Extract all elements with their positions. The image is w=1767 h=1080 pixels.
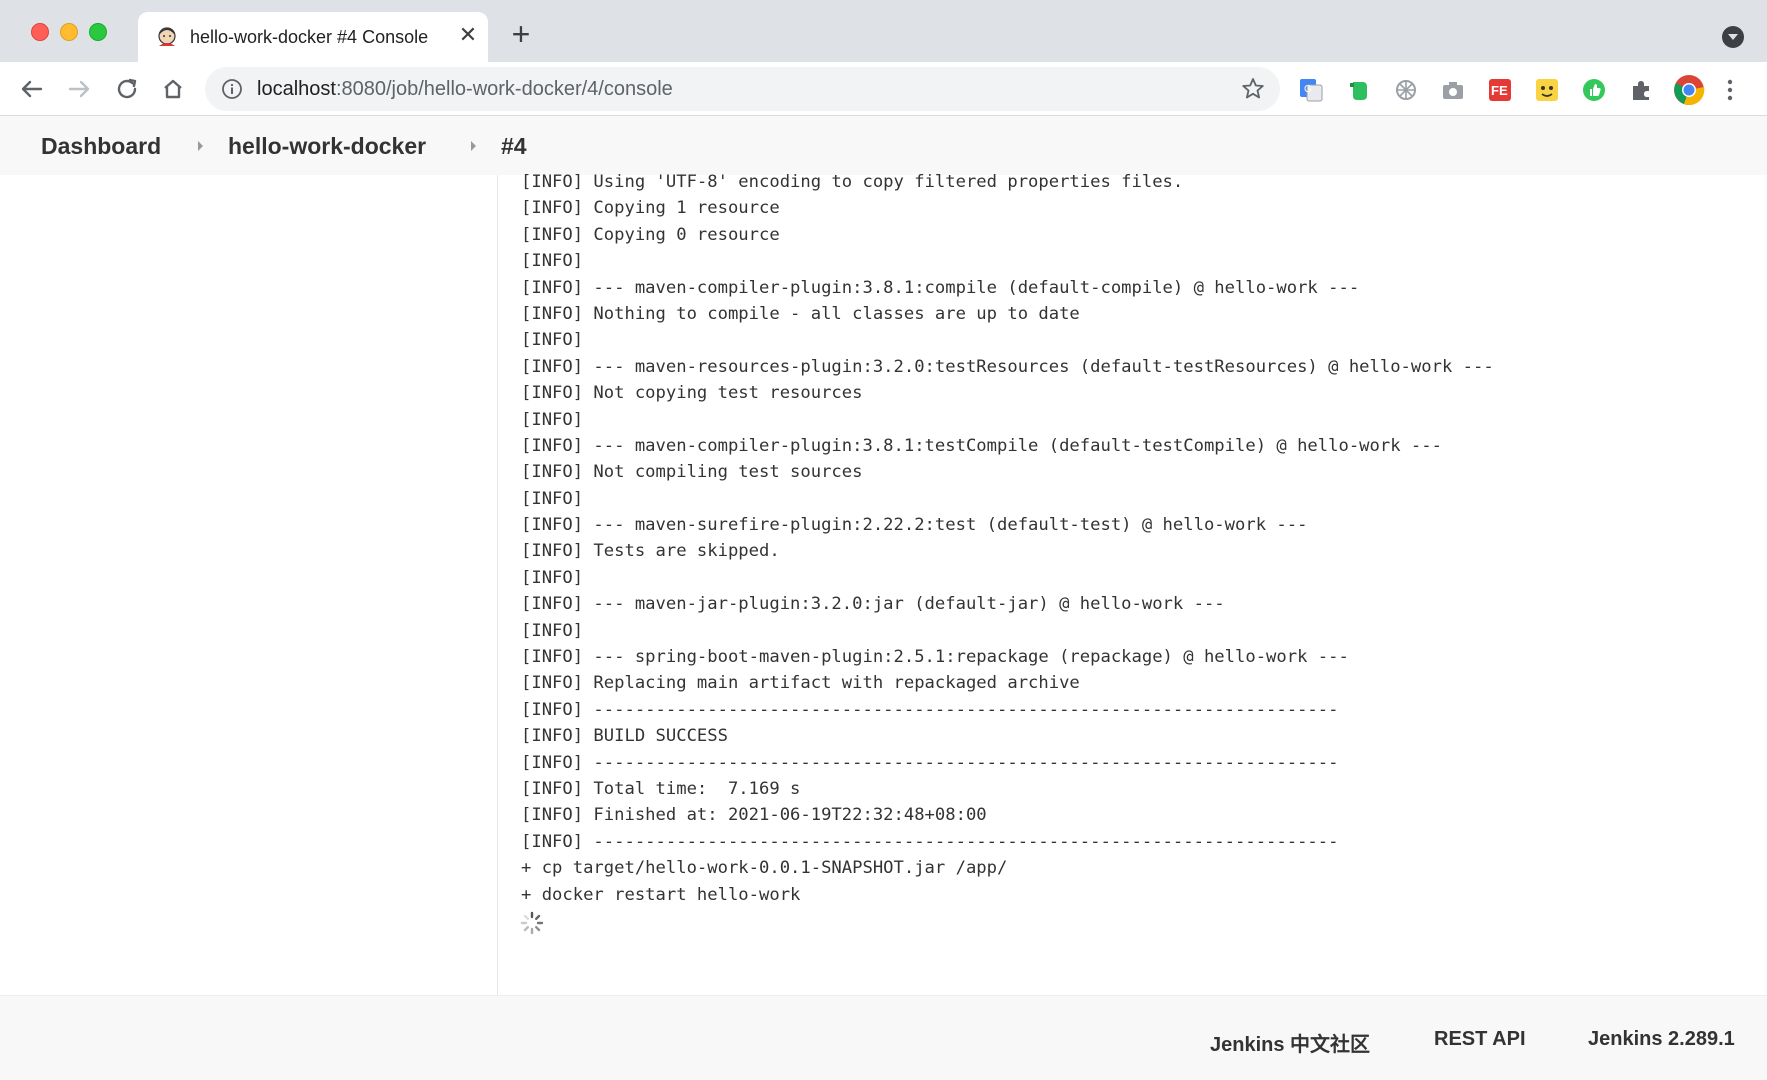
- reload-button[interactable]: [110, 72, 144, 106]
- console-line: [INFO] --- spring-boot-maven-plugin:2.5.…: [521, 647, 1349, 668]
- google-translate-icon[interactable]: G: [1298, 77, 1324, 103]
- chrome-profile-icon[interactable]: [1673, 74, 1705, 106]
- side-panel: [0, 175, 498, 995]
- svg-text:FE: FE: [1491, 83, 1508, 98]
- arrow-right-icon: [68, 80, 90, 98]
- console-line: [INFO] Tests are skipped.: [521, 541, 780, 562]
- close-window-button[interactable]: [31, 23, 49, 41]
- browser-toolbar: localhost:8080/job/hello-work-docker/4/c…: [0, 62, 1767, 116]
- console-line: [INFO] Total time: 7.169 s: [521, 778, 801, 799]
- loading-spinner-icon: [520, 911, 544, 935]
- console-line: [INFO]: [521, 251, 584, 272]
- console-line: [INFO] ---------------------------------…: [521, 752, 1339, 773]
- home-button[interactable]: [156, 72, 190, 106]
- console-line: [INFO] ---------------------------------…: [521, 831, 1339, 852]
- tab-search-icon[interactable]: [1722, 26, 1744, 48]
- address-bar[interactable]: localhost:8080/job/hello-work-docker/4/c…: [205, 67, 1280, 111]
- url-path: :8080/job/hello-work-docker/4/console: [335, 78, 673, 100]
- active-tab[interactable]: hello-work-docker #4 Console ✕: [138, 12, 488, 62]
- breadcrumb-separator-icon[interactable]: [471, 141, 476, 151]
- svg-text:G: G: [1304, 84, 1312, 95]
- console-line: + cp target/hello-work-0.0.1-SNAPSHOT.ja…: [521, 858, 1008, 879]
- fe-helper-icon[interactable]: FE: [1487, 77, 1513, 103]
- console-line: [INFO]: [521, 620, 584, 641]
- console-line: [INFO]: [521, 330, 584, 351]
- minimize-window-button[interactable]: [60, 23, 78, 41]
- breadcrumb: Dashboard hello-work-docker #4: [0, 116, 1767, 175]
- page-footer: Jenkins 中文社区 REST API Jenkins 2.289.1: [0, 995, 1767, 1080]
- reload-icon: [117, 78, 137, 99]
- cat-extension-icon[interactable]: [1534, 77, 1560, 103]
- console-line: [INFO] Finished at: 2021-06-19T22:32:48+…: [521, 805, 987, 826]
- thumb-up-icon[interactable]: [1581, 77, 1607, 103]
- back-button[interactable]: [15, 72, 49, 106]
- console-line: [INFO] Replacing main artifact with repa…: [521, 673, 1080, 694]
- camera-icon[interactable]: [1440, 77, 1466, 103]
- new-tab-button[interactable]: +: [506, 18, 536, 50]
- console-line: [INFO] Not compiling test sources: [521, 462, 863, 483]
- arrow-left-icon: [21, 80, 43, 98]
- console-line: [INFO] Copying 1 resource: [521, 198, 780, 219]
- breadcrumb-job[interactable]: hello-work-docker: [228, 133, 426, 160]
- console-line: [INFO]: [521, 488, 584, 509]
- maximize-window-button[interactable]: [89, 23, 107, 41]
- footer-community-link[interactable]: Jenkins 中文社区: [1210, 1028, 1370, 1057]
- more-menu-icon[interactable]: [1724, 76, 1736, 104]
- console-line: [INFO] --- maven-compiler-plugin:3.8.1:c…: [521, 277, 1360, 298]
- info-icon[interactable]: [221, 78, 243, 100]
- footer-version-link[interactable]: Jenkins 2.289.1: [1588, 1028, 1735, 1051]
- console-line: [INFO] Nothing to compile - all classes …: [521, 303, 1080, 324]
- close-tab-icon[interactable]: ✕: [456, 23, 480, 47]
- jenkins-favicon-icon: [158, 27, 176, 46]
- perplexity-icon[interactable]: [1393, 77, 1419, 103]
- console-line: [INFO] Using 'UTF-8' encoding to copy fi…: [521, 172, 1184, 192]
- home-icon: [164, 79, 182, 99]
- console-output: [INFO] Using 'UTF-8' encoding to copy fi…: [521, 169, 1751, 969]
- console-line: [INFO] --- maven-surefire-plugin:2.22.2:…: [521, 515, 1308, 536]
- console-line: [INFO]: [521, 409, 584, 430]
- console-line: [INFO] --- maven-jar-plugin:3.2.0:jar (d…: [521, 594, 1225, 615]
- bookmark-star-icon[interactable]: [1240, 76, 1266, 102]
- tab-bar: hello-work-docker #4 Console ✕ +: [0, 0, 1767, 62]
- breadcrumb-separator-icon[interactable]: [198, 141, 203, 151]
- breadcrumb-build[interactable]: #4: [501, 133, 527, 160]
- url-text: localhost:8080/job/hello-work-docker/4/c…: [257, 78, 673, 101]
- console-line: + docker restart hello-work: [521, 884, 801, 905]
- console-line: [INFO] --- maven-compiler-plugin:3.8.1:t…: [521, 435, 1442, 456]
- console-line: [INFO]: [521, 567, 584, 588]
- console-line: [INFO] Not copying test resources: [521, 383, 863, 404]
- url-host: localhost: [257, 78, 336, 100]
- evernote-icon[interactable]: [1346, 77, 1372, 103]
- breadcrumb-dashboard[interactable]: Dashboard: [41, 133, 161, 160]
- extensions-puzzle-icon[interactable]: [1628, 77, 1654, 103]
- tab-title: hello-work-docker #4 Console: [190, 27, 429, 47]
- console-line: [INFO] BUILD SUCCESS: [521, 726, 728, 747]
- console-line: [INFO] --- maven-resources-plugin:3.2.0:…: [521, 356, 1494, 377]
- footer-rest-api-link[interactable]: REST API: [1434, 1028, 1526, 1051]
- console-line: [INFO] ---------------------------------…: [521, 699, 1339, 720]
- forward-button[interactable]: [62, 72, 96, 106]
- console-line: [INFO] Copying 0 resource: [521, 224, 780, 245]
